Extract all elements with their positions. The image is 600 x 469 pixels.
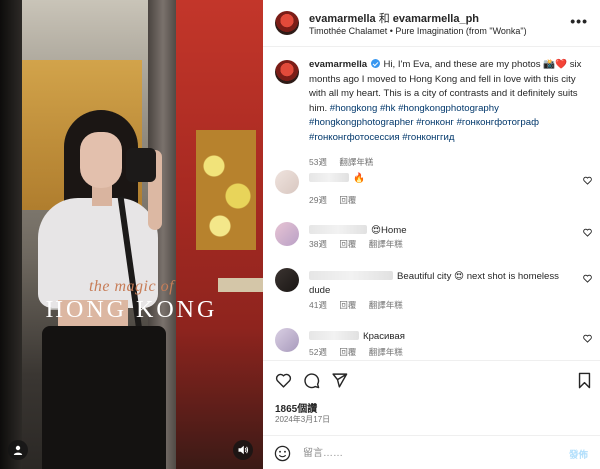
- comment-meta: 52週 回覆 翻譯年糕: [309, 346, 413, 358]
- like-comment-heart-icon[interactable]: [583, 176, 592, 185]
- photo-face: [80, 132, 122, 188]
- comment-reply-link[interactable]: 回覆: [339, 195, 356, 205]
- photo-shadow-edge: [0, 0, 22, 469]
- caption-body: evamarmella Hi, I'm Eva, and these are m…: [309, 58, 591, 145]
- like-heart-icon[interactable]: [275, 372, 292, 389]
- author-username[interactable]: evamarmella: [309, 13, 376, 25]
- commenter-avatar[interactable]: [275, 328, 299, 352]
- comment-translate-link[interactable]: 翻譯年糕: [369, 239, 403, 249]
- post-photo[interactable]: the magic of HONG KONG: [0, 0, 263, 469]
- comment-input[interactable]: [303, 443, 543, 463]
- comments-scroll-area[interactable]: evamarmella Hi, I'm Eva, and these are m…: [263, 48, 600, 360]
- save-bookmark-icon[interactable]: [577, 372, 592, 389]
- comment-composer: 發佈: [263, 435, 600, 469]
- post-author-line: evamarmella 和 evamarmella_ph: [309, 10, 479, 26]
- comment-age: 52週: [309, 347, 327, 357]
- comment-item: Красивая 52週 回覆 翻譯年糕: [263, 328, 600, 360]
- comment-body: 😍Home: [309, 224, 571, 238]
- caption-avatar[interactable]: [275, 60, 299, 84]
- comment-age: 41週: [309, 300, 327, 310]
- caption-translate-link[interactable]: 翻譯年糕: [339, 157, 373, 167]
- comment-age: 29週: [309, 195, 327, 205]
- like-count[interactable]: 1865個讚: [275, 400, 317, 415]
- commenter-username-blurred[interactable]: [309, 225, 367, 234]
- caption-meta: 53週 翻譯年糕: [309, 156, 383, 168]
- comment-meta: 29週 回覆: [309, 194, 366, 206]
- verified-badge-icon: [370, 59, 380, 68]
- commenter-username-blurred[interactable]: [309, 173, 349, 182]
- collab-joiner: 和: [378, 13, 390, 25]
- post-detail-panel: evamarmella 和 evamarmella_ph Timothée Ch…: [263, 0, 600, 469]
- commenter-username-blurred[interactable]: [309, 331, 359, 340]
- audio-icon: [238, 445, 249, 455]
- comment-translate-link[interactable]: 翻譯年糕: [369, 300, 403, 310]
- comment-age: 38週: [309, 239, 327, 249]
- caption-age: 53週: [309, 157, 327, 167]
- person-tag-icon: [13, 445, 23, 455]
- photo-camera: [126, 148, 156, 182]
- more-options-icon[interactable]: •••: [570, 13, 588, 29]
- like-comment-heart-icon[interactable]: [583, 274, 592, 283]
- comment-item: Beautiful city 😍 next shot is homeless d…: [263, 268, 600, 311]
- commenter-avatar[interactable]: [275, 222, 299, 246]
- caption-hashtags[interactable]: #hongkong #hk #hongkongphotography #hong…: [309, 103, 539, 143]
- photo-skirt: [42, 326, 166, 469]
- comment-body: Красивая: [309, 330, 571, 344]
- collaborator-username[interactable]: evamarmella_ph: [393, 13, 479, 25]
- comment-text: 🔥: [353, 173, 365, 184]
- comment-meta: 38週 回覆 翻譯年糕: [309, 238, 413, 250]
- like-comment-heart-icon[interactable]: [583, 334, 592, 343]
- post-date: 2024年3月17日: [275, 415, 331, 424]
- photo-flowers: [196, 130, 256, 250]
- comment-translate-link[interactable]: 翻譯年糕: [369, 347, 403, 357]
- comment-item: 😍Home 38週 回覆 翻譯年糕: [263, 222, 600, 262]
- comment-meta: 41週 回覆 翻譯年糕: [309, 299, 413, 311]
- caption-username[interactable]: evamarmella: [309, 59, 367, 70]
- music-track[interactable]: Timothée Chalamet • Pure Imagination (fr…: [309, 26, 527, 36]
- post-comment-button[interactable]: 發佈: [569, 447, 588, 461]
- commenter-avatar[interactable]: [275, 268, 299, 292]
- post-header: evamarmella 和 evamarmella_ph Timothée Ch…: [263, 0, 600, 47]
- photo-overlay-subtitle: the magic of: [88, 278, 175, 295]
- photo-overlay-title: HONG KONG: [45, 297, 218, 323]
- comment-item: 🔥 29週 回覆: [263, 170, 600, 210]
- comment-body: Beautiful city 😍 next shot is homeless d…: [309, 270, 571, 298]
- comment-body: 🔥: [309, 172, 571, 186]
- post-action-bar: [263, 360, 600, 400]
- comment-bubble-icon[interactable]: [303, 372, 320, 389]
- share-send-icon[interactable]: [331, 372, 348, 389]
- emoji-icon[interactable]: [274, 445, 291, 462]
- commenter-avatar[interactable]: [275, 170, 299, 194]
- like-comment-heart-icon[interactable]: [583, 228, 592, 237]
- comment-text: 😍Home: [371, 225, 407, 236]
- person-tag-button[interactable]: [8, 440, 28, 460]
- comment-reply-link[interactable]: 回覆: [339, 300, 356, 310]
- commenter-username-blurred[interactable]: [309, 271, 393, 280]
- author-avatar[interactable]: [275, 11, 299, 35]
- comment-reply-link[interactable]: 回覆: [339, 239, 356, 249]
- comment-text: Красивая: [363, 331, 405, 342]
- audio-toggle-button[interactable]: [233, 440, 253, 460]
- comment-reply-link[interactable]: 回覆: [339, 347, 356, 357]
